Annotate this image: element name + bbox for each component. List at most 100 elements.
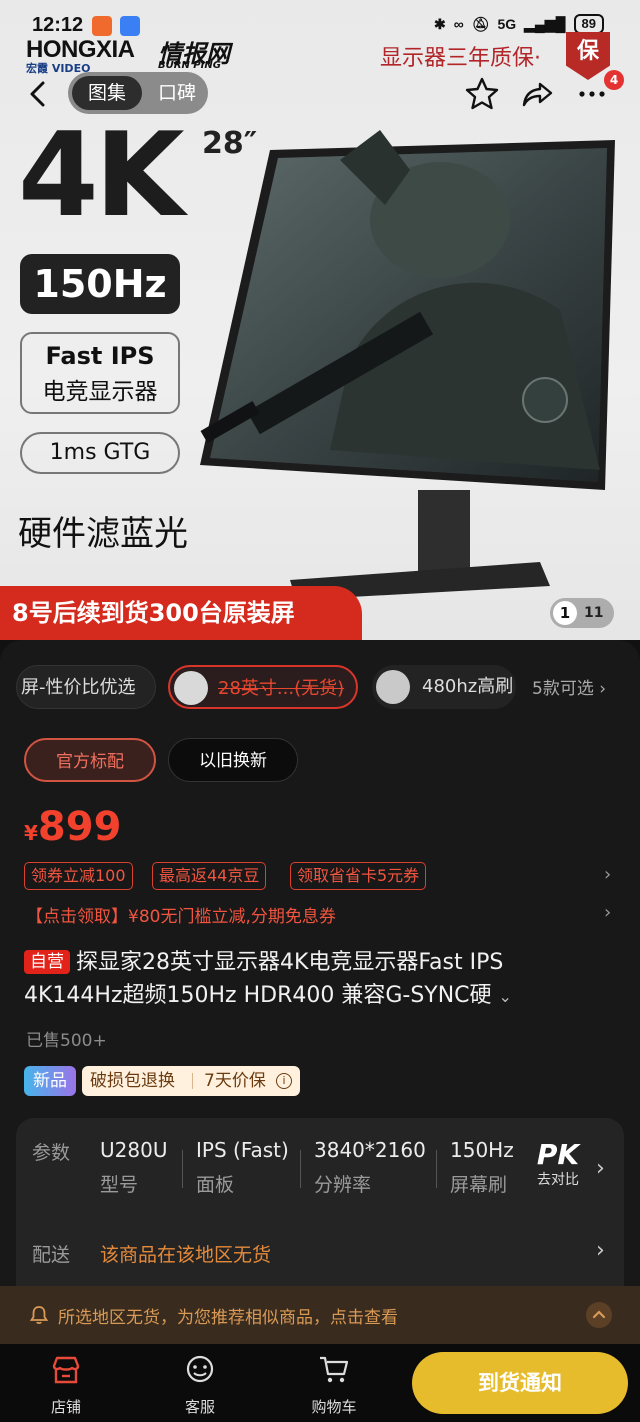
status-icons: ✱ ∞ 🔕︎ 5G ▂▄▆█ 89	[434, 14, 604, 34]
warranty-text: 显示器三年质保·	[380, 46, 541, 71]
channel-logo-sub: BURN PING	[158, 60, 221, 71]
chat-icon	[186, 1355, 214, 1383]
coupon-tag[interactable]: 领取省省卡5元券	[290, 862, 427, 890]
bottom-action-bar: 店铺 客服 购物车 到货通知	[0, 1344, 640, 1422]
spec-key: 分辨率	[314, 1174, 372, 1196]
price-protect-label: 7天价保	[204, 1071, 266, 1091]
price-currency: ¥	[24, 821, 38, 845]
delivery-chevron-icon[interactable]: ›	[596, 1238, 605, 1263]
damage-return-label: 破损包退换	[90, 1071, 175, 1091]
option-trade-in[interactable]: 以旧换新	[168, 738, 298, 782]
sales-count: 已售500+	[26, 1031, 107, 1051]
notice-text: 所选地区无货，为您推荐相似商品，点击查看	[58, 1308, 398, 1328]
resolution-graphic: 4K	[18, 108, 185, 243]
panel-type-line2: 电竞显示器	[42, 379, 158, 405]
price: ¥899	[24, 804, 121, 850]
blue-light-graphic: 硬件滤蓝光	[18, 514, 188, 554]
product-info-panel: 屏-性价比优选 28英寸...(无货) 480hz高刷 5款可选 › 官方标配 …	[0, 640, 640, 1318]
store-button[interactable]: 店铺	[26, 1352, 106, 1417]
expand-title-chevron-icon[interactable]: ⌄	[499, 987, 512, 1006]
promo-link[interactable]: 【点击领取】¥80无门槛立减,分期免息券	[26, 902, 336, 927]
self-operated-tag: 自营	[24, 950, 70, 974]
divider	[436, 1150, 437, 1188]
variant-thumbnail	[174, 671, 208, 705]
product-title-text: 探显家28英寸显示器4K电竞显示器Fast IPS 4K144Hz超频150Hz…	[24, 950, 504, 1008]
spec-value: 3840*2160	[314, 1138, 426, 1162]
response-time-graphic: 1ms GTG	[20, 432, 180, 474]
variant-chip-label: 28英寸...(无货)	[218, 678, 345, 699]
warranty-shield-icon: 保	[566, 32, 610, 80]
panel-type-line1: Fast IPS	[45, 342, 155, 370]
refresh-rate-graphic: 150Hz	[20, 254, 180, 314]
delivery-status[interactable]: 该商品在该地区无货	[100, 1240, 271, 1267]
variant-chip-label: 480hz高刷	[422, 676, 514, 697]
notification-tool-icon	[120, 16, 140, 36]
panel-type-graphic: Fast IPS 电竞显示器	[20, 332, 180, 414]
coupons-chevron-icon[interactable]: ›	[604, 864, 611, 885]
compare-label: 去对比	[537, 1172, 579, 1188]
spec-value: 150Hz	[450, 1138, 514, 1162]
monitor-product-image	[200, 130, 615, 600]
network-label: 5G	[497, 16, 517, 32]
service-label: 客服	[184, 1398, 215, 1416]
variant-chip-value[interactable]: 屏-性价比优选	[16, 665, 156, 709]
customer-service-button[interactable]: 客服	[160, 1352, 240, 1417]
spec-model: U280U 型号	[100, 1138, 167, 1197]
specs-chevron-icon[interactable]: ›	[596, 1156, 605, 1181]
spec-key: 屏幕刷	[450, 1174, 508, 1196]
spec-refresh: 150Hz 屏幕刷	[450, 1138, 520, 1197]
restock-banner: 8号后续到货300台原装屏	[0, 586, 362, 640]
image-counter: 1 11	[550, 598, 614, 628]
variant-chip-480hz[interactable]: 480hz高刷	[372, 665, 516, 709]
spec-key: 面板	[196, 1174, 235, 1196]
spec-key: 型号	[100, 1174, 139, 1196]
spec-resolution: 3840*2160 分辨率	[314, 1138, 426, 1197]
favorite-star-icon[interactable]	[462, 74, 502, 114]
service-guarantees[interactable]: 破损包退换 7天价保 i	[82, 1066, 300, 1096]
arrival-notify-button[interactable]: 到货通知	[412, 1352, 628, 1414]
divider	[300, 1150, 301, 1188]
price-value: 899	[37, 804, 122, 850]
promo-chevron-icon[interactable]: ›	[604, 902, 611, 923]
bell-icon	[29, 1306, 49, 1325]
store-label: 店铺	[50, 1398, 81, 1416]
new-product-badge: 新品	[24, 1066, 76, 1096]
notification-app-icon	[92, 16, 112, 36]
option-official-standard[interactable]: 官方标配	[24, 738, 156, 782]
battery-indicator: 89	[573, 14, 604, 34]
signal-icon: ▂▄▆█	[524, 15, 566, 32]
product-title: 自营 探显家28英寸显示器4K电竞显示器Fast IPS 4K144Hz超频150…	[24, 946, 584, 1013]
share-icon[interactable]	[518, 74, 558, 114]
spec-value: IPS (Fast)	[196, 1138, 289, 1162]
out-of-stock-notice[interactable]: 所选地区无货，为您推荐相似商品，点击查看	[0, 1286, 640, 1344]
cart-label: 购物车	[311, 1398, 357, 1416]
status-time: 12:12	[32, 14, 84, 36]
mute-icon: 🔕︎	[471, 15, 490, 32]
image-total: 11	[584, 605, 604, 621]
divider	[192, 1073, 193, 1089]
coupon-tag[interactable]: 最高返44京豆	[152, 862, 267, 890]
chevron-up-icon	[592, 1310, 606, 1319]
info-icon[interactable]: i	[276, 1073, 292, 1089]
store-icon	[52, 1356, 80, 1384]
compare-button[interactable]: PK 去对比	[524, 1138, 592, 1189]
more-variants-link[interactable]: 5款可选 ›	[532, 674, 606, 699]
tab-gallery[interactable]: 图集	[72, 76, 142, 110]
coupon-tag[interactable]: 领券立减100	[24, 862, 133, 890]
product-image-gallery[interactable]: 12:12 ✱ ∞ 🔕︎ 5G ▂▄▆█ 89 HONGXIA 宏霞 VIDEO…	[0, 0, 640, 640]
spec-panel: IPS (Fast) 面板	[196, 1138, 289, 1197]
pk-icon: PK	[536, 1138, 580, 1171]
cart-icon	[320, 1356, 349, 1383]
variant-thumbnail	[376, 670, 410, 704]
bluetooth-icon: ✱	[433, 15, 446, 32]
cart-button[interactable]: 购物车	[294, 1352, 374, 1417]
spec-value: U280U	[100, 1138, 168, 1162]
tab-reviews[interactable]: 口碑	[150, 76, 204, 110]
params-label: 参数	[32, 1142, 71, 1164]
divider	[182, 1150, 183, 1188]
link-icon: ∞	[453, 16, 464, 32]
image-index: 1	[553, 601, 577, 625]
variant-chip-28inch-selected[interactable]: 28英寸...(无货)	[168, 665, 358, 709]
collapse-notice-button[interactable]	[586, 1302, 612, 1328]
message-count-badge: 4	[604, 70, 624, 90]
